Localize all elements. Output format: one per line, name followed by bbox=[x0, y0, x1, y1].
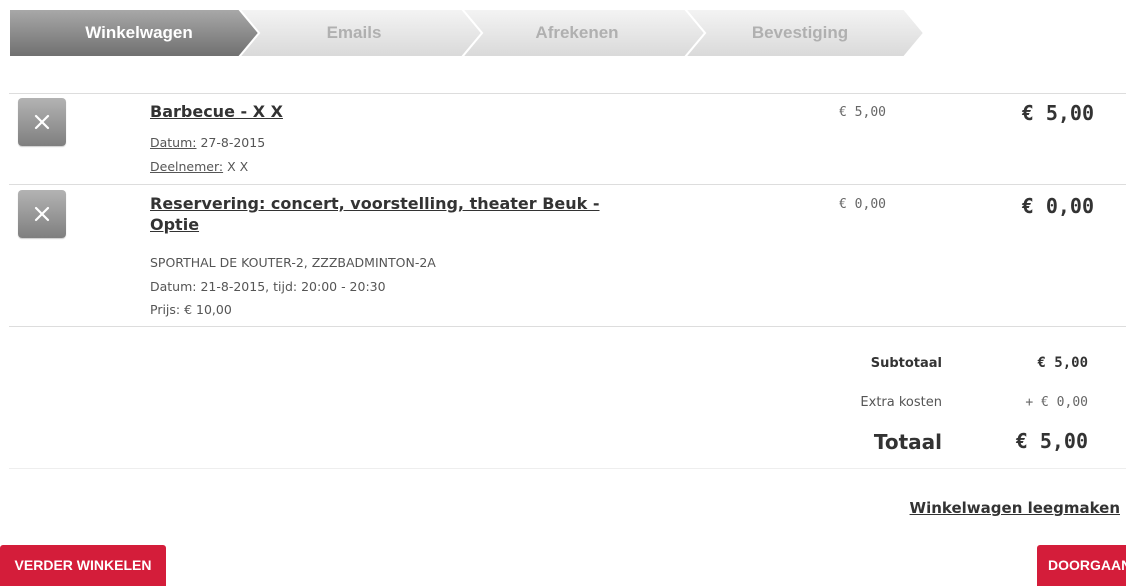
item-date-value: 27-8-2015 bbox=[196, 135, 266, 150]
item-participant-label: Deelnemer: bbox=[150, 159, 224, 174]
empty-cart-link[interactable]: Winkelwagen leegmaken bbox=[910, 499, 1120, 517]
step-afrekenen[interactable]: Afrekenen bbox=[487, 9, 667, 57]
total-label: Totaal bbox=[873, 430, 942, 454]
item-date-label: Datum: bbox=[150, 135, 197, 150]
remove-item-button[interactable] bbox=[18, 98, 66, 146]
divider bbox=[9, 93, 1126, 94]
item-line-total: € 5,00 bbox=[1021, 101, 1094, 125]
step-emails[interactable]: Emails bbox=[264, 9, 444, 57]
item-datetime: Datum: 21-8-2015, tijd: 20:00 - 20:30 bbox=[150, 279, 386, 294]
extra-costs-label: Extra kosten bbox=[860, 395, 942, 410]
proceed-button[interactable]: DOORGAAN bbox=[1037, 545, 1126, 586]
item-line-total: € 0,00 bbox=[1021, 194, 1094, 218]
item-title-line-2: Optie bbox=[150, 215, 200, 234]
remove-item-button[interactable] bbox=[18, 190, 66, 238]
item-date: Datum: 27-8-2015 bbox=[150, 134, 265, 152]
item-title-line-1: Reservering: concert, voorstelling, thea… bbox=[150, 194, 600, 213]
item-unit-price: € 5,00 bbox=[839, 105, 886, 120]
item-location: SPORTHAL DE KOUTER-2, ZZZBADMINTON-2A bbox=[150, 255, 436, 270]
close-icon bbox=[34, 206, 50, 222]
item-unit-price: € 0,00 bbox=[839, 197, 886, 212]
divider bbox=[9, 468, 1126, 469]
item-participant: Deelnemer: X X bbox=[150, 158, 248, 176]
checkout-steps: Winkelwagen Emails Afrekenen Bevestiging bbox=[9, 9, 939, 57]
total-value: € 5,00 bbox=[1015, 429, 1088, 453]
step-bevestiging[interactable]: Bevestiging bbox=[710, 9, 890, 57]
item-title[interactable]: Barbecue - X X bbox=[150, 101, 283, 122]
close-icon bbox=[34, 114, 50, 130]
subtotal-value: € 5,00 bbox=[1037, 355, 1088, 371]
divider bbox=[9, 184, 1126, 185]
continue-shopping-button[interactable]: VERDER WINKELEN bbox=[0, 545, 166, 586]
step-winkelwagen[interactable]: Winkelwagen bbox=[49, 9, 229, 57]
item-participant-value: X X bbox=[223, 159, 249, 174]
item-title[interactable]: Reservering: concert, voorstelling, thea… bbox=[150, 193, 600, 235]
extra-costs-value: + € 0,00 bbox=[1025, 395, 1088, 410]
subtotal-label: Subtotaal bbox=[870, 356, 942, 371]
divider bbox=[9, 326, 1126, 327]
item-price: Prijs: € 10,00 bbox=[150, 302, 232, 317]
